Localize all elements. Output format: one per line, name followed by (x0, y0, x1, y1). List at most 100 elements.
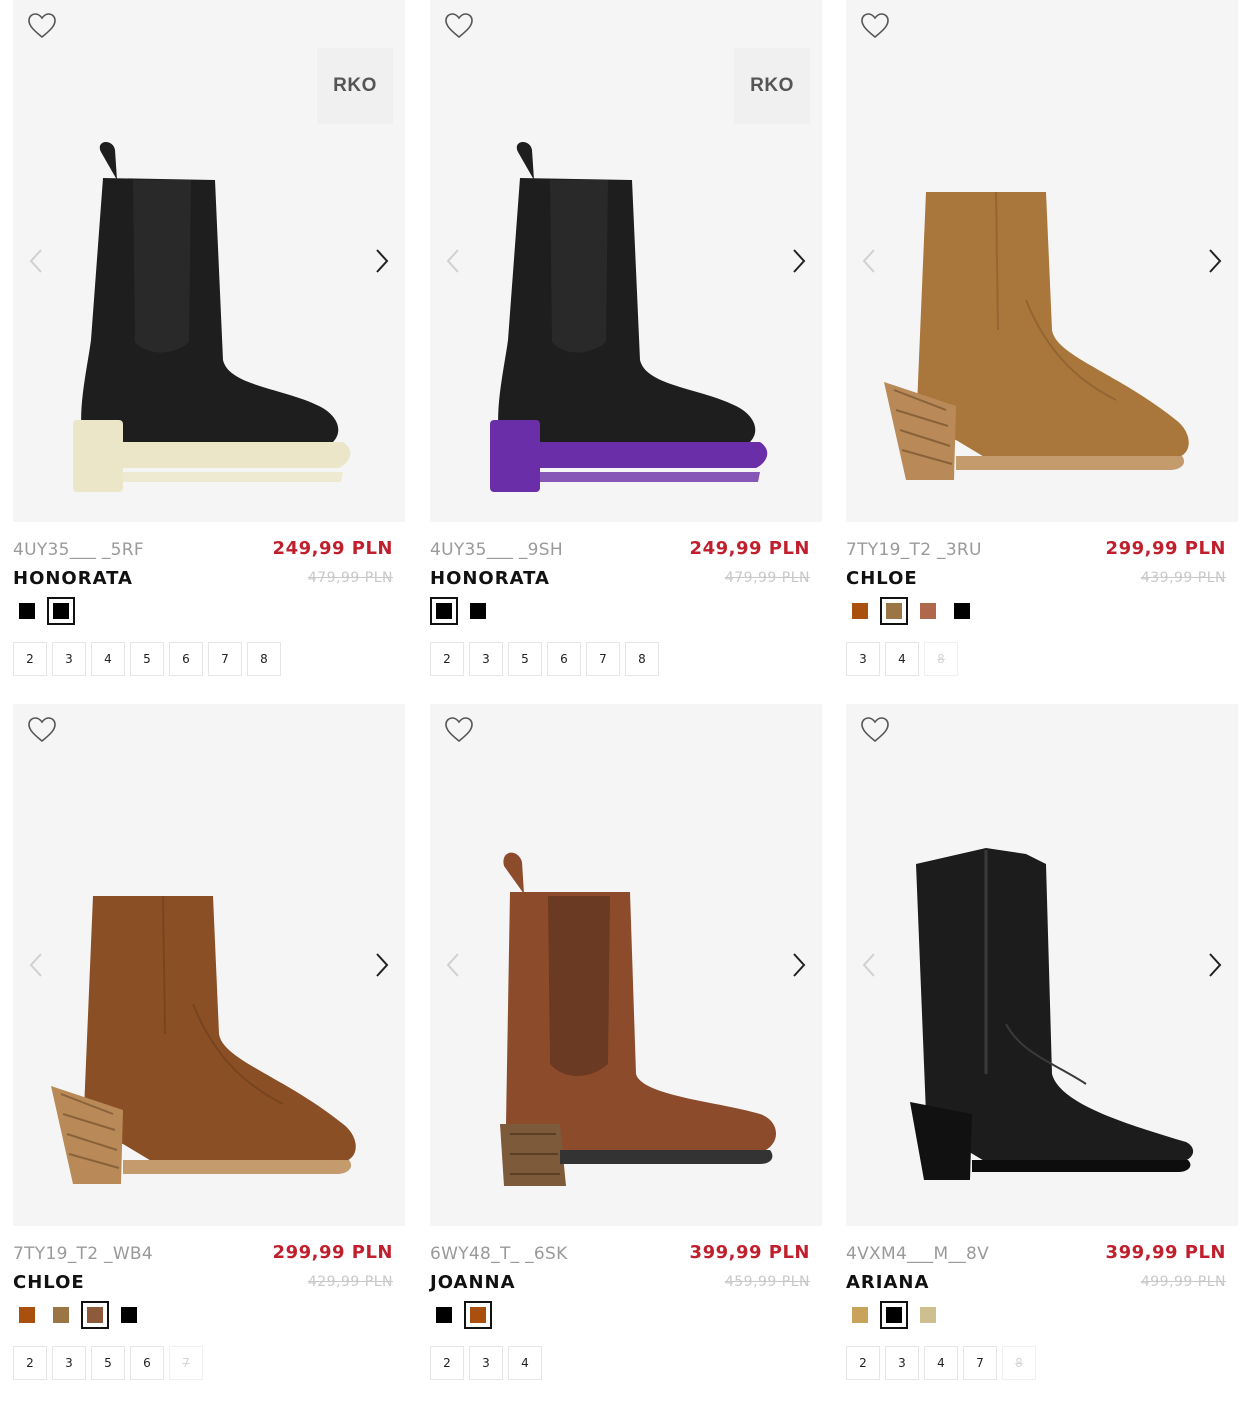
product-old-price: 479,99 PLN (724, 570, 810, 586)
product-old-price: 459,99 PLN (724, 1274, 810, 1290)
size-options: 23478 (846, 1346, 1036, 1380)
size-button[interactable]: 7 (208, 642, 242, 676)
size-button[interactable]: 2 (13, 1346, 47, 1380)
heart-icon[interactable] (27, 12, 57, 40)
heart-icon[interactable] (860, 12, 890, 40)
size-button[interactable]: 2 (430, 642, 464, 676)
product-name[interactable]: CHLOE (13, 1272, 85, 1293)
product-image[interactable]: RKO (13, 0, 405, 522)
color-swatch[interactable] (47, 597, 75, 625)
chevron-left-icon[interactable] (27, 246, 47, 276)
size-button[interactable]: 4 (924, 1346, 958, 1380)
boot-image (43, 824, 383, 1204)
size-button: 8 (924, 642, 958, 676)
size-button[interactable]: 3 (469, 642, 503, 676)
size-button[interactable]: 4 (91, 642, 125, 676)
chevron-right-icon[interactable] (371, 950, 391, 980)
size-button[interactable]: 7 (586, 642, 620, 676)
heart-icon[interactable] (27, 716, 57, 744)
product-name[interactable]: ARIANA (846, 1272, 929, 1293)
chevron-left-icon[interactable] (444, 950, 464, 980)
color-swatch[interactable] (880, 1301, 908, 1329)
color-swatches (846, 596, 976, 626)
product-name[interactable]: HONORATA (430, 568, 550, 589)
size-button[interactable]: 4 (508, 1346, 542, 1380)
size-button[interactable]: 8 (247, 642, 281, 676)
product-code: 7TY19_T2 _3RU (846, 540, 982, 560)
product-image[interactable]: RKO (430, 0, 822, 522)
color-swatch[interactable] (13, 1301, 41, 1329)
chevron-right-icon[interactable] (1204, 950, 1224, 980)
size-button[interactable]: 2 (430, 1346, 464, 1380)
size-options: 2345678 (13, 642, 281, 676)
heart-icon[interactable] (860, 716, 890, 744)
product-image[interactable] (13, 704, 405, 1226)
size-button[interactable]: 5 (130, 642, 164, 676)
color-swatch[interactable] (430, 597, 458, 625)
product-price: 399,99 PLN (1105, 1242, 1226, 1263)
size-button[interactable]: 3 (885, 1346, 919, 1380)
heart-icon[interactable] (444, 716, 474, 744)
color-swatch[interactable] (115, 1301, 143, 1329)
color-swatch[interactable] (948, 597, 976, 625)
size-button[interactable]: 3 (52, 1346, 86, 1380)
chevron-left-icon[interactable] (27, 950, 47, 980)
color-swatch[interactable] (846, 597, 874, 625)
chevron-right-icon[interactable] (788, 950, 808, 980)
product-code: 4UY35___ _9SH (430, 540, 563, 560)
product-card[interactable]: 7TY19_T2 _3RU 299,99 PLN 439,99 PLN CHLOE 3 4… (846, 0, 1238, 690)
chevron-left-icon[interactable] (444, 246, 464, 276)
product-price: 249,99 PLN (272, 538, 393, 559)
chevron-right-icon[interactable] (371, 246, 391, 276)
chevron-left-icon[interactable] (860, 950, 880, 980)
product-name[interactable]: JOANNA (430, 1272, 516, 1293)
product-card[interactable]: RKO 4UY35___ _5RF 249,99 PLN 479,99 PLN HONO… (13, 0, 405, 690)
size-button[interactable]: 3 (469, 1346, 503, 1380)
size-button[interactable]: 3 (846, 642, 880, 676)
chevron-right-icon[interactable] (1204, 246, 1224, 276)
chevron-left-icon[interactable] (860, 246, 880, 276)
size-options: 234 (430, 1346, 542, 1380)
product-card[interactable]: 7TY19_T2 _WB4 299,99 PLN 429,99 PLN CHLOE 2 3… (13, 704, 405, 1394)
size-button[interactable]: 5 (91, 1346, 125, 1380)
color-swatch[interactable] (914, 1301, 942, 1329)
size-button[interactable]: 6 (169, 642, 203, 676)
size-button[interactable]: 2 (846, 1346, 880, 1380)
product-name[interactable]: HONORATA (13, 568, 133, 589)
size-button[interactable]: 6 (547, 642, 581, 676)
color-swatch[interactable] (464, 597, 492, 625)
size-button[interactable]: 5 (508, 642, 542, 676)
color-swatch[interactable] (13, 597, 41, 625)
color-swatch[interactable] (914, 597, 942, 625)
product-price: 299,99 PLN (1105, 538, 1226, 559)
color-swatch[interactable] (81, 1301, 109, 1329)
boot-image (460, 824, 800, 1204)
color-swatch[interactable] (880, 597, 908, 625)
product-image[interactable] (846, 704, 1238, 1226)
product-card[interactable]: RKO 4UY35___ _9SH 249,99 PLN 479,99 PLN HONO… (430, 0, 822, 690)
size-button[interactable]: 8 (625, 642, 659, 676)
size-button[interactable]: 2 (13, 642, 47, 676)
product-card[interactable]: 4VXM4___M__8V 399,99 PLN 499,99 PLN ARIANA 2… (846, 704, 1238, 1394)
color-swatch[interactable] (47, 1301, 75, 1329)
color-swatch[interactable] (430, 1301, 458, 1329)
product-name[interactable]: CHLOE (846, 568, 918, 589)
size-options: 235678 (430, 642, 659, 676)
product-old-price: 499,99 PLN (1140, 1274, 1226, 1290)
product-old-price: 479,99 PLN (307, 570, 393, 586)
size-button[interactable]: 4 (885, 642, 919, 676)
size-button[interactable]: 6 (130, 1346, 164, 1380)
product-image[interactable] (430, 704, 822, 1226)
color-swatches (430, 596, 492, 626)
product-card[interactable]: 6WY48_T_ _6SK 399,99 PLN 459,99 PLN JOANNA 2… (430, 704, 822, 1394)
heart-icon[interactable] (444, 12, 474, 40)
size-button[interactable]: 7 (963, 1346, 997, 1380)
brand-badge: RKO (734, 48, 810, 124)
chevron-right-icon[interactable] (788, 246, 808, 276)
boot-image (460, 120, 800, 500)
size-button: 7 (169, 1346, 203, 1380)
size-button[interactable]: 3 (52, 642, 86, 676)
color-swatch[interactable] (464, 1301, 492, 1329)
product-image[interactable] (846, 0, 1238, 522)
color-swatch[interactable] (846, 1301, 874, 1329)
